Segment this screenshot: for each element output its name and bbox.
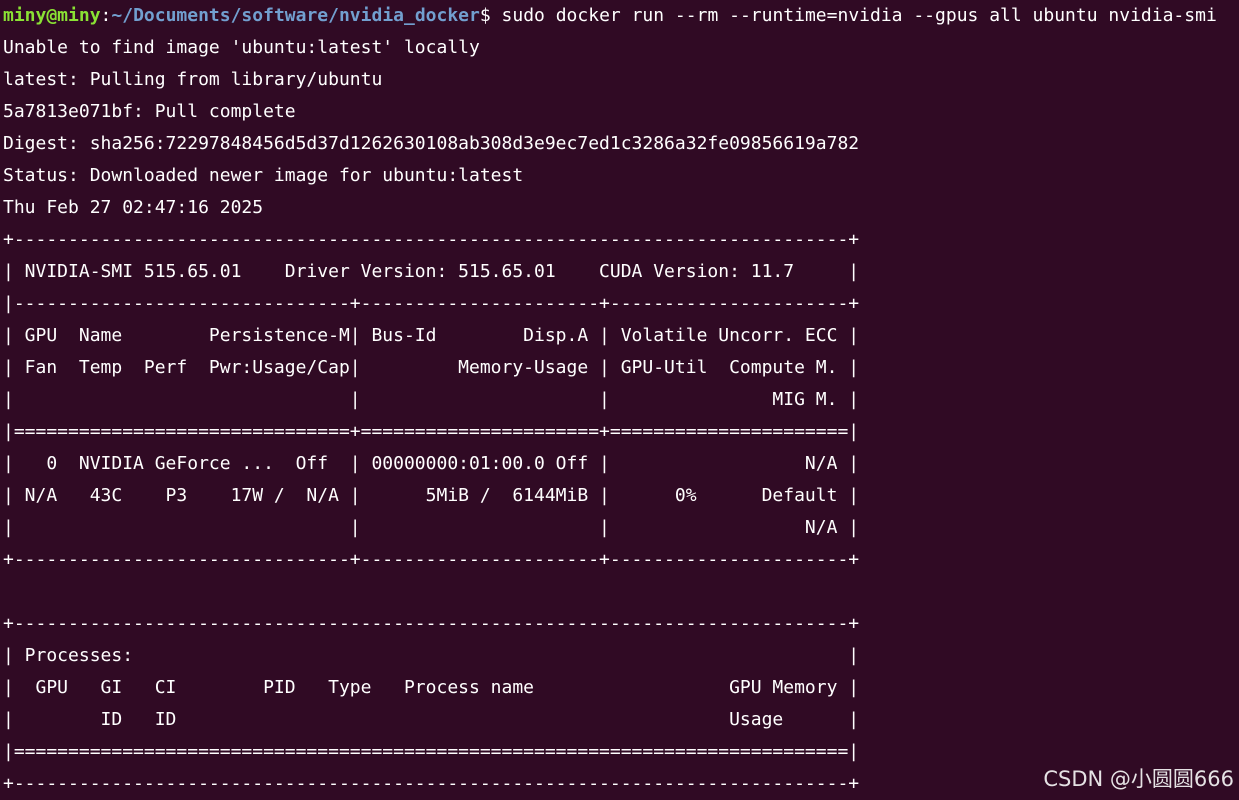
processes-border-line: +---------------------------------------… (3, 773, 860, 794)
processes-title-line: | Processes: | (3, 645, 860, 666)
output-line: Digest: sha256:72297848456d5d37d12626301… (3, 133, 860, 154)
output-line: Status: Downloaded newer image for ubunt… (3, 165, 524, 186)
output-line: latest: Pulling from library/ubuntu (3, 69, 383, 90)
processes-header-line: | GPU GI CI PID Type Process name GPU Me… (3, 677, 860, 698)
nvidia-smi-header-line: | NVIDIA-SMI 515.65.01 Driver Version: 5… (3, 261, 860, 282)
nvidia-smi-gpu-row: | 0 NVIDIA GeForce ... Off | 00000000:01… (3, 453, 860, 474)
prompt-separator: : (100, 5, 112, 26)
prompt-symbol: $ (479, 5, 491, 26)
output-line: 5a7813e071bf: Pull complete (3, 101, 296, 122)
processes-border-line: +---------------------------------------… (3, 613, 860, 634)
nvidia-smi-border-line: +---------------------------------------… (3, 229, 860, 250)
output-line: Thu Feb 27 02:47:16 2025 (3, 197, 264, 218)
nvidia-smi-table-line: | | | MIG M. | (3, 389, 860, 410)
nvidia-smi-gpu-row: | N/A 43C P3 17W / N/A | 5MiB / 6144MiB … (3, 485, 860, 506)
processes-divider-line: |=======================================… (3, 741, 860, 762)
nvidia-smi-table-line: | Fan Temp Perf Pwr:Usage/Cap| Memory-Us… (3, 357, 860, 378)
terminal-window[interactable]: miny@miny:~/Documents/software/nvidia_do… (0, 0, 1239, 800)
nvidia-smi-border-line: +-------------------------------+-------… (3, 549, 860, 570)
prompt-working-directory: ~/Documents/software/nvidia_docker (111, 5, 480, 26)
processes-header-line: | ID ID Usage | (3, 709, 860, 730)
nvidia-smi-table-line: |-------------------------------+-------… (3, 293, 860, 314)
nvidia-smi-gpu-row: | | | N/A | (3, 517, 860, 538)
csdn-watermark: CSDN @小圆圆666 (1043, 767, 1234, 791)
command-text: sudo docker run --rm --runtime=nvidia --… (490, 5, 1217, 26)
terminal-output[interactable]: miny@miny:~/Documents/software/nvidia_do… (3, 0, 1217, 800)
prompt-line: miny@miny:~/Documents/software/nvidia_do… (3, 0, 1217, 32)
prompt-user-host: miny@miny (3, 5, 101, 26)
nvidia-smi-table-line: | GPU Name Persistence-M| Bus-Id Disp.A … (3, 325, 860, 346)
nvidia-smi-table-line: |===============================+=======… (3, 421, 860, 442)
output-line: Unable to find image 'ubuntu:latest' loc… (3, 37, 480, 58)
